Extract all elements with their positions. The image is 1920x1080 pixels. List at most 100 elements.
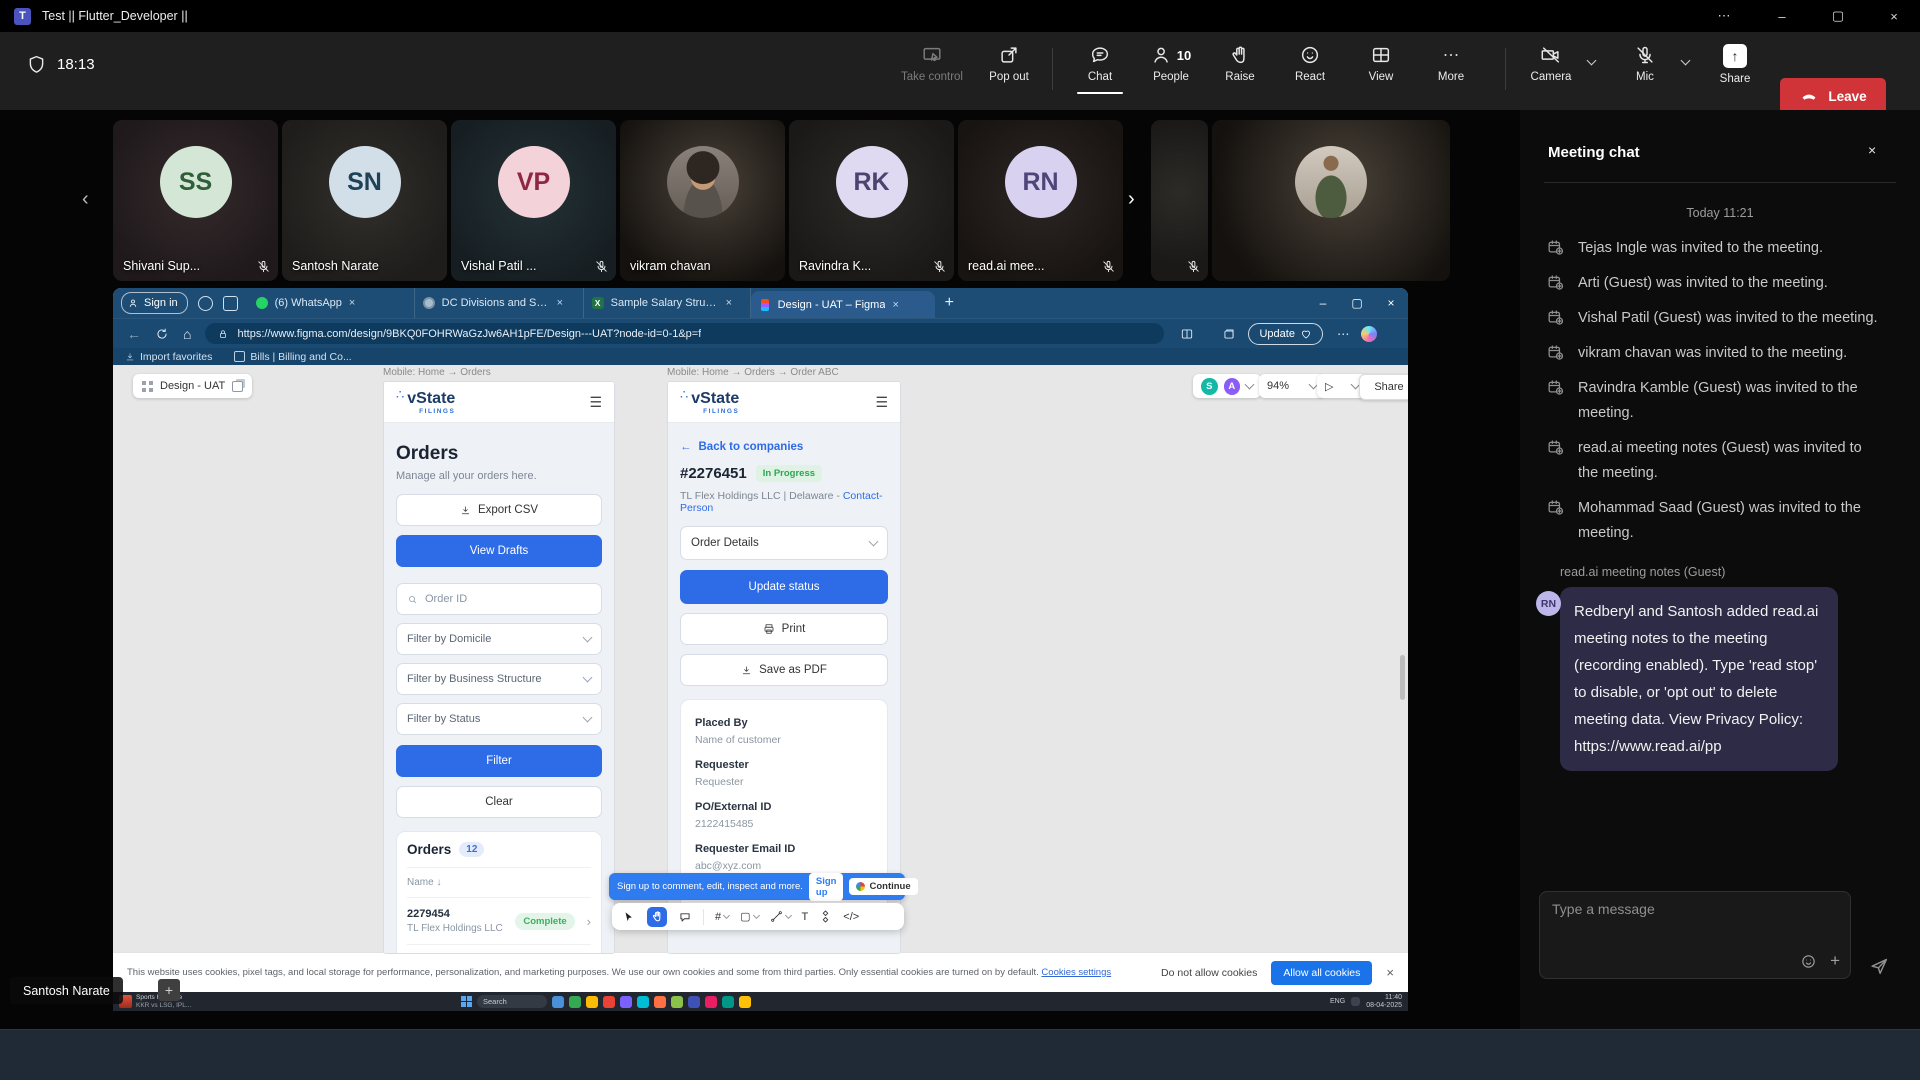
pinned-app-icon[interactable] bbox=[620, 996, 632, 1008]
save-as-pdf-button[interactable]: Save as PDF bbox=[680, 654, 888, 686]
allow-cookies-button[interactable]: Allow all cookies bbox=[1271, 961, 1372, 985]
new-tab-button[interactable]: + bbox=[945, 294, 954, 312]
participant-tile[interactable]: vikram chavan bbox=[620, 120, 785, 281]
tab-close-icon[interactable]: × bbox=[726, 297, 732, 309]
pinned-app-icon[interactable] bbox=[671, 996, 683, 1008]
import-favorites-item[interactable]: Import favorites bbox=[125, 351, 212, 363]
favorite-bookmark-item[interactable]: Bills | Billing and Co... bbox=[234, 351, 351, 363]
column-header[interactable]: Name ↓ bbox=[407, 868, 591, 898]
deny-cookies-button[interactable]: Do not allow cookies bbox=[1161, 967, 1257, 979]
emoji-icon[interactable] bbox=[1800, 953, 1817, 970]
message-input[interactable] bbox=[1550, 900, 1834, 918]
frame-label[interactable]: Mobile: Home → Orders bbox=[383, 367, 491, 378]
pinned-app-icon[interactable] bbox=[569, 996, 581, 1008]
leave-button[interactable]: Leave bbox=[1780, 78, 1886, 114]
browser-close-button[interactable]: × bbox=[1374, 288, 1408, 318]
minimize-button[interactable]: – bbox=[1760, 0, 1804, 32]
components-icon[interactable] bbox=[819, 910, 832, 923]
news-widget[interactable]: Sports Headline KKR vs LSG, IPL... bbox=[119, 994, 191, 1009]
figma-frame-order-detail[interactable]: ∴ vState FILINGS ☰ ← Back to companies bbox=[667, 381, 901, 954]
camera-button[interactable]: Camera bbox=[1518, 44, 1584, 83]
text-tool[interactable]: T bbox=[802, 911, 809, 923]
people-button[interactable]: 10 People bbox=[1138, 44, 1204, 83]
clear-button[interactable]: Clear bbox=[396, 786, 602, 818]
pinned-app-icon[interactable] bbox=[739, 996, 751, 1008]
mic-options-chevron-icon[interactable] bbox=[1681, 56, 1691, 66]
attach-plus-icon[interactable]: + bbox=[1830, 951, 1840, 971]
more-button[interactable]: More bbox=[1418, 44, 1484, 83]
browser-signin-button[interactable]: Sign in bbox=[121, 292, 188, 314]
split-screen-icon[interactable] bbox=[1180, 327, 1194, 341]
frame-tool[interactable]: # bbox=[715, 911, 729, 923]
connector-tool[interactable] bbox=[770, 910, 791, 923]
pinned-app-icon[interactable] bbox=[603, 996, 615, 1008]
order-details-select[interactable]: Order Details bbox=[680, 526, 888, 560]
start-icon[interactable] bbox=[461, 996, 472, 1007]
tab-actions-icon[interactable] bbox=[223, 296, 238, 311]
tray-icon[interactable] bbox=[1351, 997, 1360, 1006]
shared-clock[interactable]: 11:40 08-04-2025 bbox=[1366, 994, 1402, 1010]
export-csv-button[interactable]: Export CSV bbox=[396, 494, 602, 526]
google-continue-button[interactable]: Continue bbox=[849, 878, 917, 895]
titlebar-more-icon[interactable]: ⋯ bbox=[1702, 0, 1746, 32]
mic-button[interactable]: Mic bbox=[1612, 44, 1678, 83]
tab-close-icon[interactable]: × bbox=[557, 297, 563, 309]
dev-mode-tool[interactable]: </> bbox=[843, 911, 859, 923]
refresh-icon[interactable] bbox=[155, 327, 169, 341]
order-id-search-input[interactable]: Order ID bbox=[396, 583, 602, 615]
copilot-icon[interactable] bbox=[1361, 326, 1377, 342]
back-to-companies-link[interactable]: ← Back to companies bbox=[680, 423, 888, 453]
browser-restore-button[interactable]: ▢ bbox=[1340, 288, 1374, 318]
participant-tile[interactable]: SN Santosh Narate bbox=[282, 120, 447, 281]
shared-language-indicator[interactable]: ENG bbox=[1330, 998, 1345, 1006]
participant-tile[interactable]: RK Ravindra K... bbox=[789, 120, 954, 281]
chat-input-box[interactable]: + bbox=[1539, 891, 1851, 979]
hand-tool-icon[interactable] bbox=[647, 907, 667, 927]
filter-business-structure-select[interactable]: Filter by Business Structure bbox=[396, 663, 602, 695]
figma-canvas[interactable]: Design - UAT S A 94% ▷ Share Mobile: Hom… bbox=[113, 365, 1408, 952]
view-drafts-button[interactable]: View Drafts bbox=[396, 535, 602, 567]
signup-button[interactable]: Sign up bbox=[809, 873, 844, 901]
chat-message-bubble[interactable]: Redberyl and Santosh added read.ai meeti… bbox=[1560, 587, 1838, 771]
print-button[interactable]: Print bbox=[680, 613, 888, 645]
home-icon[interactable]: ⌂ bbox=[183, 326, 191, 342]
workspaces-icon[interactable] bbox=[198, 296, 213, 311]
add-overlay-button[interactable]: + bbox=[158, 979, 180, 1001]
figma-frame-orders[interactable]: ∴ vState FILINGS ☰ Orders Manage all you… bbox=[383, 381, 615, 954]
previous-participants-icon[interactable]: ‹ bbox=[82, 188, 89, 211]
view-button[interactable]: View bbox=[1348, 44, 1414, 83]
figma-collaborators[interactable]: S A bbox=[1193, 374, 1261, 398]
update-status-button[interactable]: Update status bbox=[680, 570, 888, 604]
pop-out-button[interactable]: Pop out bbox=[976, 44, 1042, 83]
shared-search-box[interactable]: Search bbox=[477, 995, 547, 1008]
figma-file-chip[interactable]: Design - UAT bbox=[133, 374, 252, 398]
close-button[interactable]: × bbox=[1872, 0, 1916, 32]
chat-close-icon[interactable]: × bbox=[1868, 142, 1876, 158]
participant-tile-spotlight[interactable] bbox=[1212, 120, 1450, 281]
figma-share-button[interactable]: Share bbox=[1359, 374, 1408, 400]
order-row[interactable]: 2279451TL Flex Holdings LLC Complete › bbox=[407, 945, 591, 954]
hamburger-menu-icon[interactable]: ☰ bbox=[589, 394, 602, 411]
collections-icon[interactable] bbox=[1222, 327, 1236, 341]
frame-label[interactable]: Mobile: Home → Orders → Order ABC bbox=[667, 367, 839, 378]
browser-tab[interactable]: DC Divisions and Surroundings × bbox=[415, 288, 584, 318]
cookie-close-icon[interactable]: × bbox=[1386, 965, 1394, 980]
tab-close-icon[interactable]: × bbox=[349, 297, 355, 309]
share-button[interactable]: ↑ Share bbox=[1702, 44, 1768, 85]
hamburger-menu-icon[interactable]: ☰ bbox=[875, 394, 888, 411]
maximize-button[interactable]: ▢ bbox=[1816, 0, 1860, 32]
filter-button[interactable]: Filter bbox=[396, 745, 602, 777]
participant-tile[interactable]: VP Vishal Patil ... bbox=[451, 120, 616, 281]
url-bar[interactable]: https://www.figma.com/design/9BKQ0FOHRWa… bbox=[205, 323, 1164, 344]
order-row[interactable]: 2279454TL Flex Holdings LLC Complete › bbox=[407, 898, 591, 945]
browser-more-icon[interactable]: ⋯ bbox=[1337, 326, 1350, 341]
react-button[interactable]: React bbox=[1277, 44, 1343, 83]
filter-domicile-select[interactable]: Filter by Domicile bbox=[396, 623, 602, 655]
chat-button[interactable]: Chat bbox=[1067, 44, 1133, 83]
tab-close-icon[interactable]: × bbox=[892, 299, 898, 311]
pinned-app-icon[interactable] bbox=[637, 996, 649, 1008]
figma-zoom-control[interactable]: 94% bbox=[1259, 374, 1325, 398]
participant-tile[interactable]: RN read.ai mee... bbox=[958, 120, 1123, 281]
browser-update-button[interactable]: Update bbox=[1248, 323, 1322, 345]
send-icon[interactable] bbox=[1868, 955, 1890, 977]
